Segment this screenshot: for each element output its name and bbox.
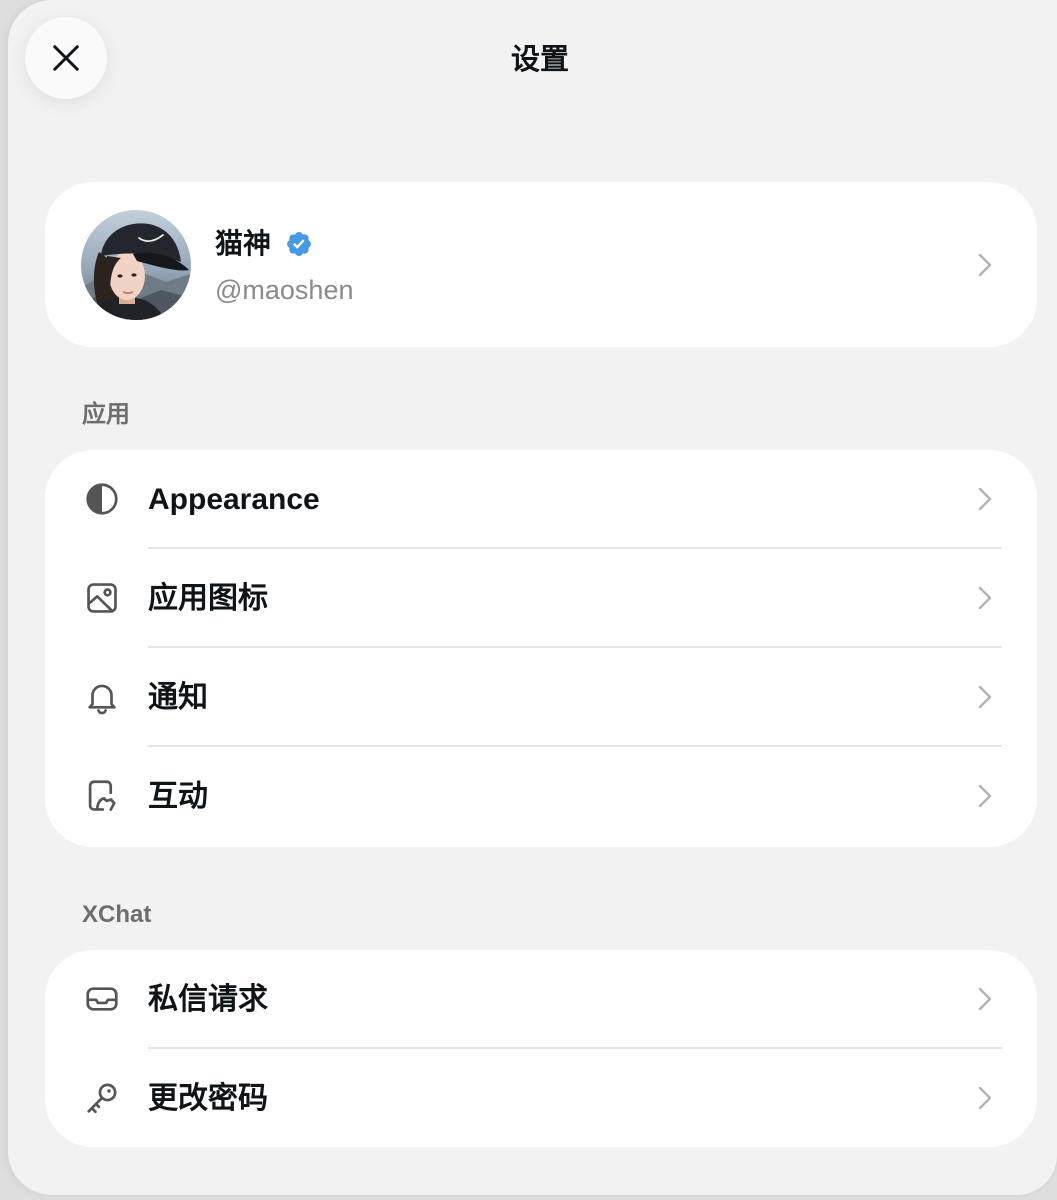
image-icon	[87, 583, 117, 613]
section-label-app: 应用	[82, 401, 130, 428]
xchat-settings-card: 私信请求 更改密码	[45, 950, 1037, 1147]
settings-sheet: 设置 猫神 @maoshen 应用 Appearance 应用图标 通知 互动 …	[8, 0, 1057, 1195]
close-button[interactable]	[25, 17, 107, 99]
page-title: 设置	[510, 44, 569, 76]
avatar	[81, 210, 191, 320]
app-icon-label: 应用图标	[148, 582, 268, 615]
notifications-label: 通知	[148, 681, 208, 714]
profile-name-line: 猫神	[215, 226, 313, 262]
profile-name: 猫神	[215, 228, 272, 259]
change-password-label: 更改密码	[148, 1082, 268, 1115]
settings-row-interactions[interactable]: 互动	[45, 747, 1037, 846]
message-requests-label: 私信请求	[148, 983, 268, 1016]
interactions-label: 互动	[148, 780, 208, 813]
chevron-right-icon	[978, 1086, 992, 1110]
appearance-label: Appearance	[148, 483, 320, 516]
chevron-right-icon	[978, 987, 992, 1011]
settings-row-app-icon[interactable]: 应用图标	[45, 549, 1037, 648]
settings-row-change-password[interactable]: 更改密码	[45, 1049, 1037, 1147]
chevron-right-icon	[978, 253, 992, 277]
verified-badge-icon	[287, 232, 311, 256]
chevron-right-icon	[978, 685, 992, 709]
close-icon	[53, 45, 79, 71]
chevron-right-icon	[978, 586, 992, 610]
chevron-right-icon	[978, 784, 992, 808]
settings-row-notifications[interactable]: 通知	[45, 648, 1037, 747]
key-icon	[87, 1083, 117, 1114]
bell-icon	[88, 684, 116, 715]
interaction-icon	[88, 780, 116, 811]
app-settings-card: Appearance 应用图标 通知 互动	[45, 450, 1037, 847]
inbox-icon	[86, 987, 118, 1011]
settings-row-appearance[interactable]: Appearance	[45, 450, 1037, 549]
settings-row-message-requests[interactable]: 私信请求	[45, 950, 1037, 1049]
contrast-icon	[86, 483, 118, 515]
profile-card[interactable]: 猫神 @maoshen	[45, 182, 1037, 347]
profile-handle: @maoshen	[215, 275, 354, 305]
section-label-xchat: XChat	[82, 901, 152, 928]
chevron-right-icon	[978, 487, 992, 511]
